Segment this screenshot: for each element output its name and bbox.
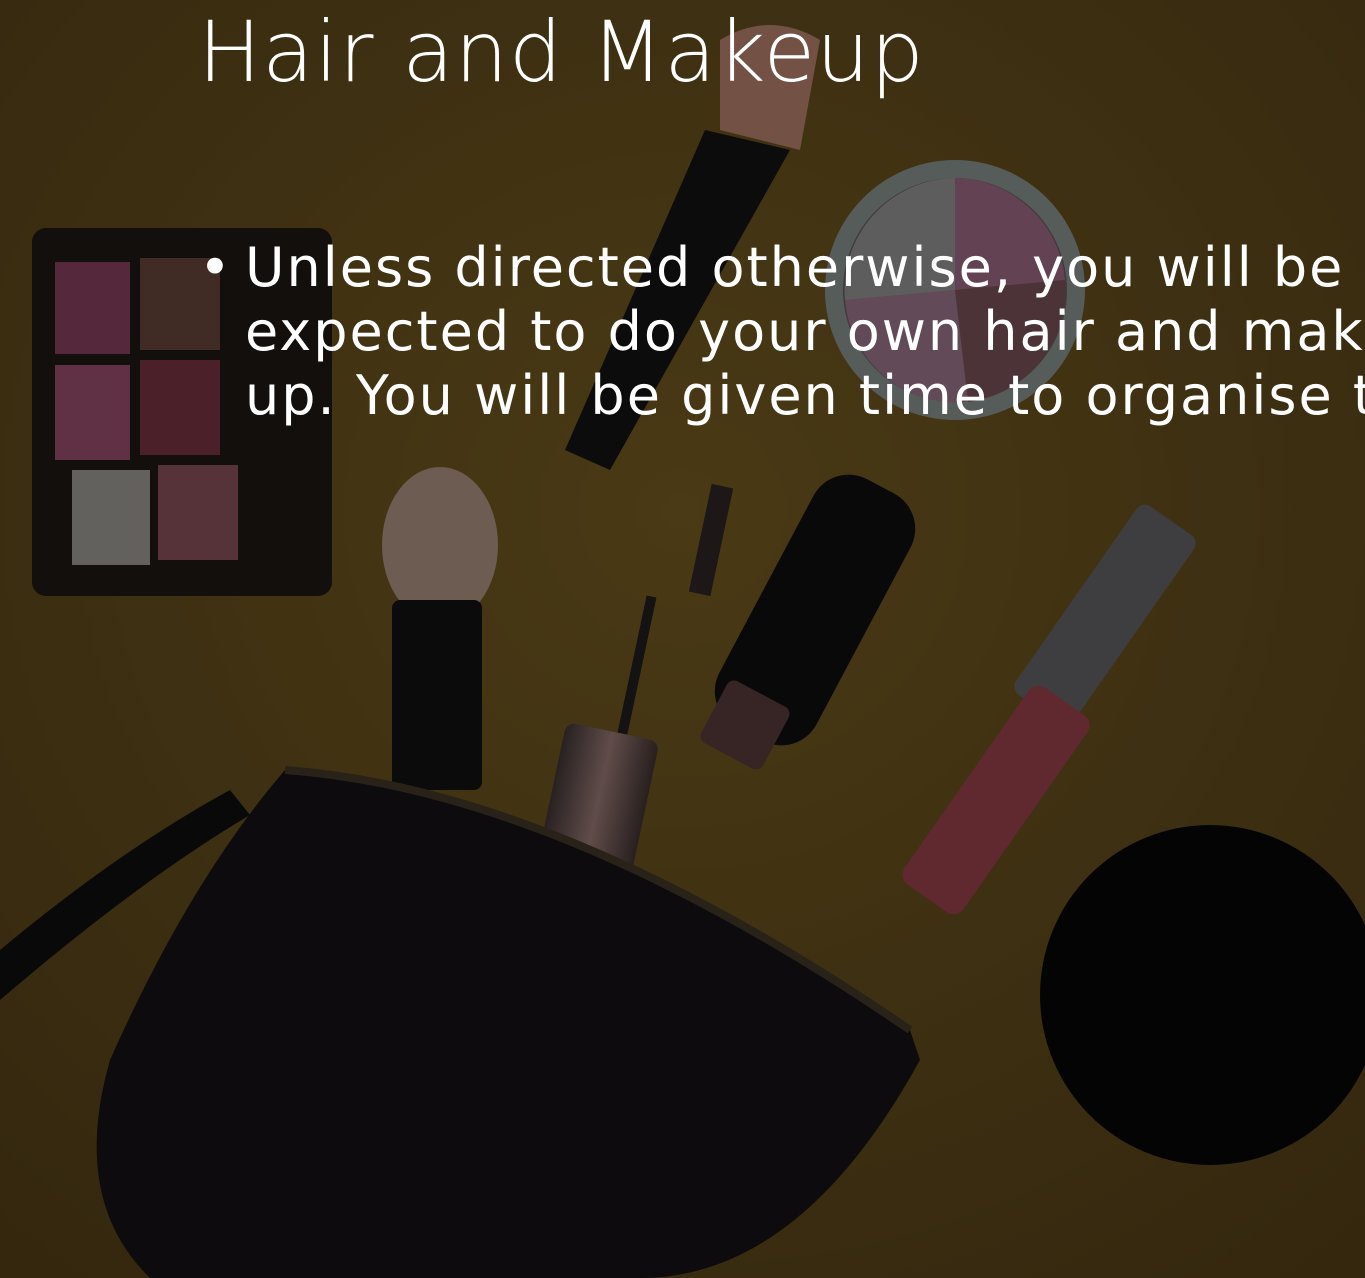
bullet-list: • Unless directed otherwise, you will be… bbox=[195, 236, 1365, 428]
bullet-text: Unless directed otherwise, you will be e… bbox=[245, 236, 1365, 427]
background-makeup-image bbox=[0, 0, 1365, 1278]
dark-overlay bbox=[0, 0, 1365, 1278]
bullet-item: • Unless directed otherwise, you will be… bbox=[195, 236, 1365, 428]
bullet-marker: • bbox=[199, 236, 233, 299]
slide-title: Hair and Makeup bbox=[198, 3, 925, 101]
